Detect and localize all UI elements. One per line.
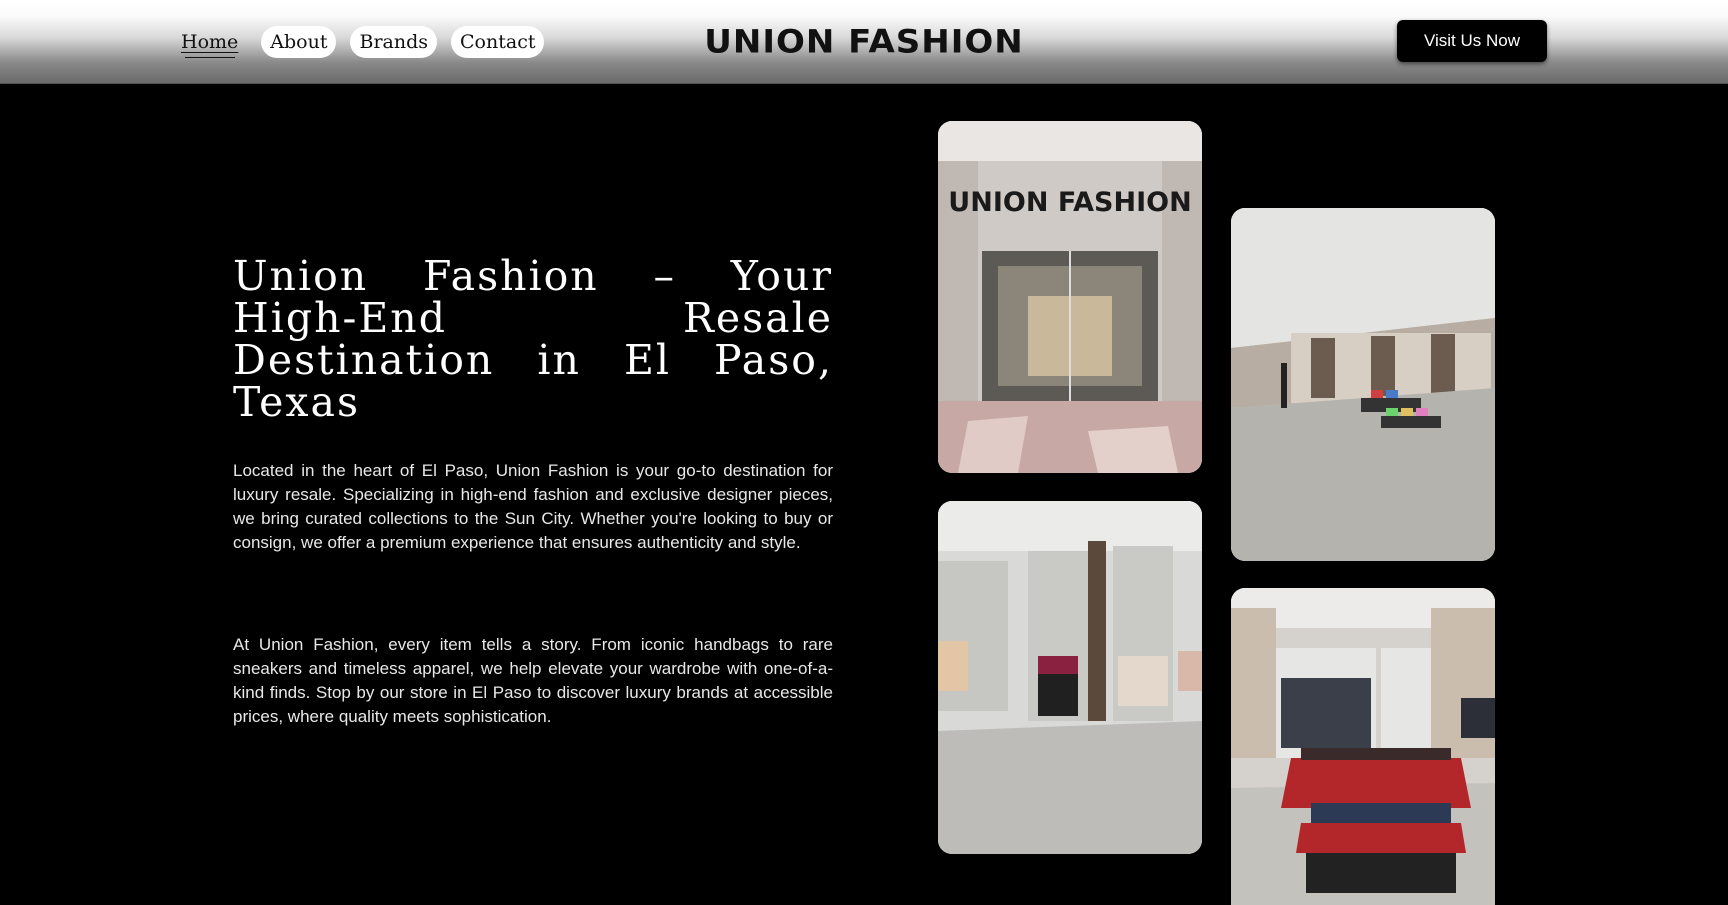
hero-title: Union Fashion – Your High-End Resale Des… <box>233 252 833 426</box>
interior-photo-shelves <box>938 501 1202 854</box>
site-header: Home About Brands Contact UNION FASHION … <box>0 0 1728 84</box>
storefront-photo: UNION FASHION <box>938 121 1202 473</box>
visit-us-now-button[interactable]: Visit Us Now <box>1397 20 1547 62</box>
interior-photo-red-table <box>1231 588 1495 905</box>
hero-paragraph-2: At Union Fashion, every item tells a sto… <box>233 635 833 726</box>
interior-photo-tables <box>1231 208 1495 561</box>
hero-paragraph-1: Located in the heart of El Paso, Union F… <box>233 461 833 552</box>
storefront-sign-text: UNION FASHION <box>948 187 1191 218</box>
